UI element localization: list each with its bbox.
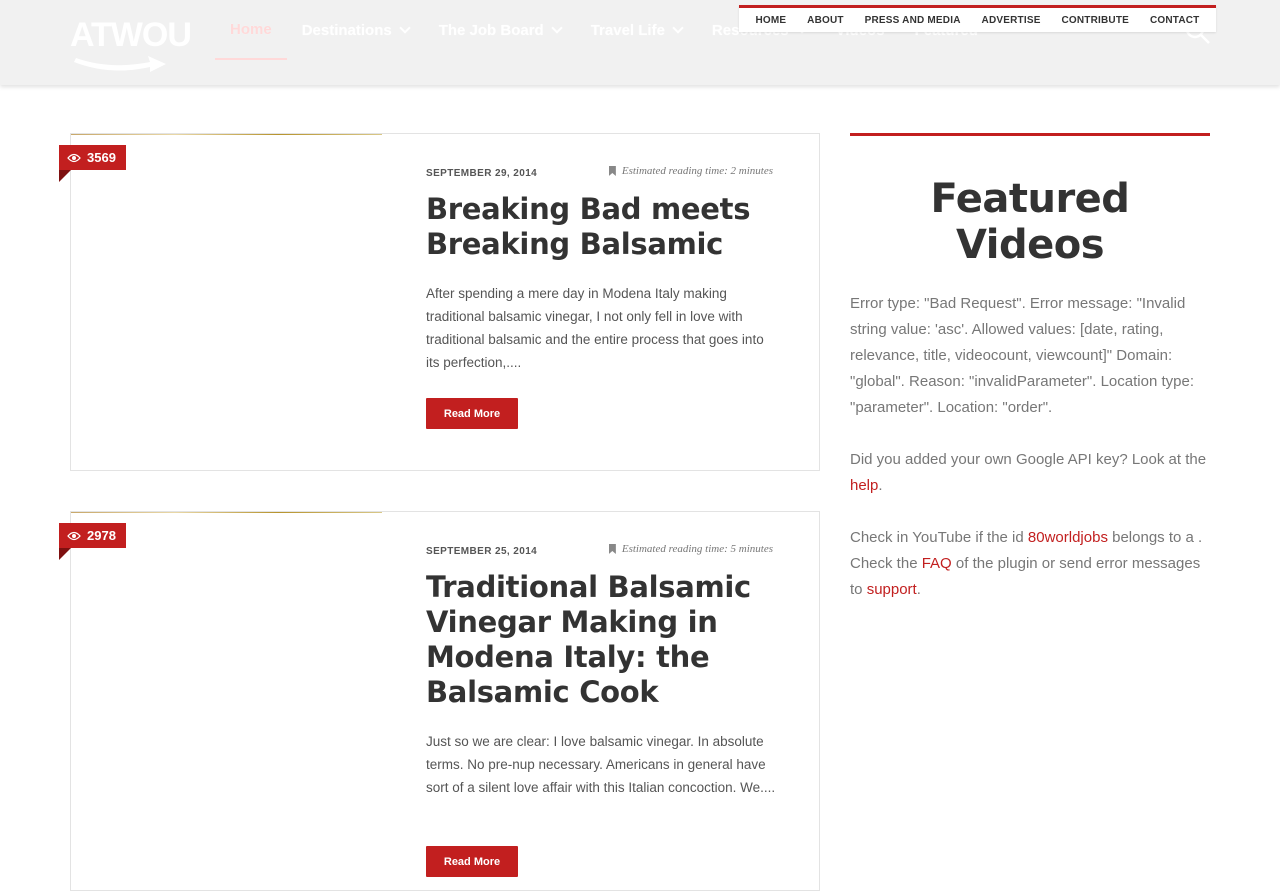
views-count: 2978 — [87, 528, 116, 543]
faq-link[interactable]: FAQ — [922, 555, 952, 572]
nav-home[interactable]: Home — [215, 0, 287, 60]
reading-time: Estimated reading time: 5 minutes — [608, 543, 773, 555]
topbar-link-home[interactable]: HOME — [755, 15, 786, 26]
widget-body: Error type: "Bad Request". Error message… — [850, 291, 1210, 603]
post-card: 3569 SEPTEMBER 29, 2014 Estimated readin… — [59, 133, 820, 471]
nav-travel-life[interactable]: Travel Life — [576, 0, 697, 60]
channel-check-note: Check in YouTube if the id 80worldjobs b… — [850, 525, 1210, 603]
check-text: Check in YouTube if the id — [850, 529, 1028, 546]
post-thumbnail[interactable] — [71, 512, 382, 513]
help-link[interactable]: help — [850, 477, 878, 494]
error-message: Error type: "Bad Request". Error message… — [850, 295, 1194, 416]
check-suffix: . — [916, 581, 921, 598]
views-badge: 2978 — [59, 523, 126, 560]
eye-icon — [67, 531, 81, 540]
reading-time-text: Estimated reading time: 5 minutes — [621, 543, 773, 555]
nav-job-board-label: The Job Board — [438, 21, 544, 39]
bookmark-icon — [608, 544, 616, 554]
topbar-link-contact[interactable]: CONTACT — [1150, 15, 1200, 26]
api-key-note: Did you added your own Google API key? L… — [850, 447, 1210, 499]
post-thumbnail[interactable] — [71, 134, 382, 135]
post-date: SEPTEMBER 29, 2014 — [426, 168, 538, 179]
chevron-down-icon — [399, 22, 411, 34]
top-utility-bar: HOME ABOUT PRESS AND MEDIA ADVERTISE CON… — [739, 5, 1216, 32]
eye-icon — [67, 153, 81, 162]
post-excerpt: Just so we are clear: I love balsamic vi… — [426, 734, 776, 795]
read-more-button[interactable]: Read More — [426, 398, 518, 429]
widget-title: Featured Videos — [930, 176, 1130, 268]
nav-travel-life-label: Travel Life — [590, 21, 665, 39]
reading-time: Estimated reading time: 2 minutes — [608, 165, 773, 177]
post-title[interactable]: Traditional Balsamic Vinegar Making in M… — [426, 570, 776, 710]
support-link[interactable]: support — [867, 581, 917, 598]
post-title[interactable]: Breaking Bad meets Breaking Balsamic — [426, 192, 776, 262]
topbar-link-contribute[interactable]: CONTRIBUTE — [1061, 15, 1129, 26]
nav-home-label: Home — [230, 20, 272, 38]
chevron-down-icon — [672, 22, 684, 34]
api-key-suffix: . — [878, 477, 883, 494]
nav-destinations[interactable]: Destinations — [287, 0, 424, 60]
views-count: 3569 — [87, 150, 116, 165]
channel-id-link[interactable]: 80worldjobs — [1028, 529, 1108, 546]
reading-time-text: Estimated reading time: 2 minutes — [621, 165, 773, 177]
bookmark-icon — [608, 166, 616, 176]
topbar-link-about[interactable]: ABOUT — [807, 15, 844, 26]
site-logo[interactable]: ATWOU — [70, 12, 192, 72]
nav-job-board[interactable]: The Job Board — [424, 0, 576, 60]
post-card: 2978 SEPTEMBER 25, 2014 Estimated readin… — [59, 511, 820, 891]
sidebar-featured-videos: Featured Videos Error type: "Bad Request… — [850, 133, 1210, 629]
post-excerpt: After spending a mere day in Modena Ital… — [426, 286, 764, 370]
topbar-link-advertise[interactable]: ADVERTISE — [982, 15, 1041, 26]
topbar-link-press[interactable]: PRESS AND MEDIA — [865, 15, 961, 26]
logo-text: ATWOU — [70, 16, 192, 54]
read-more-button[interactable]: Read More — [426, 846, 518, 877]
nav-destinations-label: Destinations — [301, 21, 392, 39]
chevron-down-icon — [551, 22, 563, 34]
views-badge: 3569 — [59, 145, 126, 182]
post-date: SEPTEMBER 25, 2014 — [426, 546, 538, 557]
api-key-text: Did you added your own Google API key? L… — [850, 451, 1207, 468]
